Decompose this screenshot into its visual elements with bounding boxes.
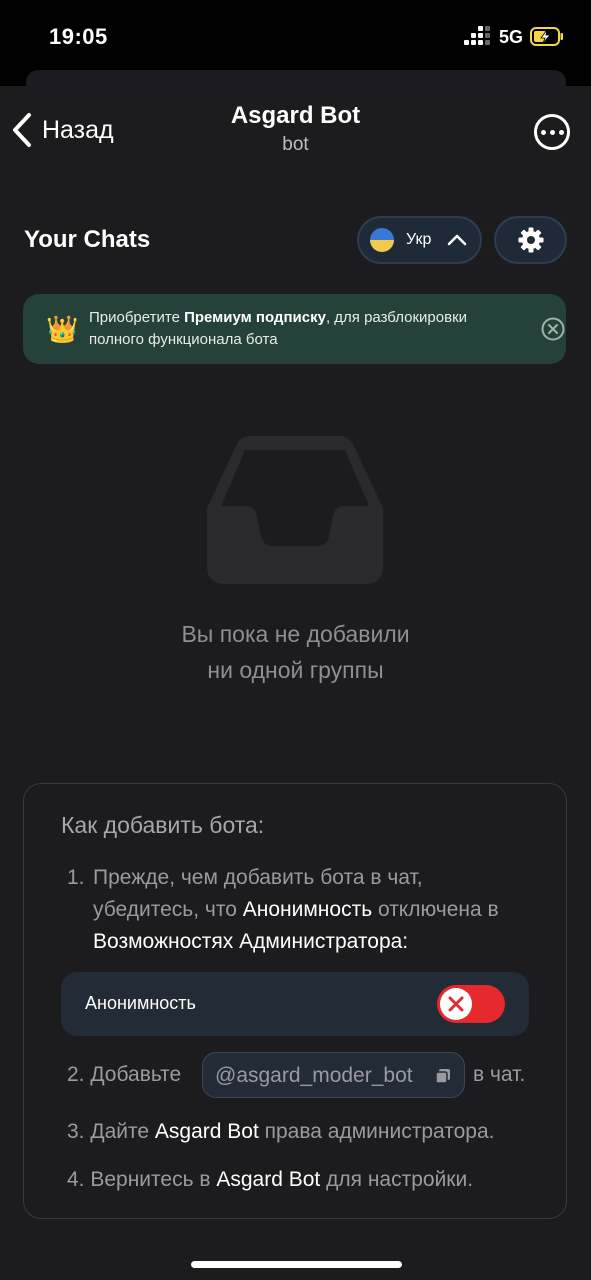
empty-state-text: Вы пока не добавили ни одной группы: [0, 616, 591, 688]
x-icon: [448, 996, 464, 1012]
step-4: 4. Вернитесь в Asgard Bot для настройки.: [67, 1168, 474, 1191]
home-indicator[interactable]: [191, 1261, 402, 1268]
page-title: Asgard Bot: [230, 102, 361, 129]
page-subtitle: bot: [282, 134, 309, 155]
anonymity-toggle[interactable]: [437, 985, 505, 1023]
battery-icon: [530, 27, 563, 46]
empty-line-1: Вы пока не добавили: [181, 621, 410, 647]
anonymity-label: Анонимность: [85, 993, 196, 1013]
crown-icon: 👑: [46, 314, 79, 344]
network-type: 5G: [499, 27, 524, 47]
app-sheet: Назад Asgard Bot bot Your Chats Укр 👑 Пр…: [0, 86, 591, 1280]
gear-icon: [518, 227, 543, 253]
language-code: Укр: [406, 231, 432, 248]
nav-title-block: Asgard Bot bot: [0, 102, 591, 156]
chevron-up-icon: [448, 234, 467, 246]
more-icon-dot: [549, 129, 555, 135]
step-number: 1.: [67, 866, 85, 889]
premium-text: Приобретите Премиум подписку, для разбло…: [89, 309, 468, 348]
close-icon[interactable]: [541, 317, 565, 341]
empty-line-2: ни одной группы: [207, 657, 384, 683]
premium-highlight: Премиум подписку: [184, 309, 326, 326]
toggle-knob: [440, 988, 472, 1020]
ukraine-flag-icon: [370, 228, 394, 252]
step-2: 2. Добавьте @asgard_moder_bot в чат.: [67, 1052, 547, 1098]
signal-icon: [464, 26, 490, 46]
inbox-icon: [207, 436, 383, 584]
copy-icon: [435, 1069, 450, 1084]
premium-banner[interactable]: 👑 Приобретите Премиум подписку, для разб…: [23, 294, 566, 364]
chats-title: Your Chats: [24, 226, 151, 253]
status-time: 19:05: [49, 24, 108, 49]
more-options-button[interactable]: [534, 114, 570, 150]
language-selector[interactable]: Укр: [357, 216, 482, 264]
how-to-heading: Как добавить бота:: [61, 812, 265, 838]
settings-button[interactable]: [494, 216, 567, 264]
step-2-text-b: в чат.: [473, 1063, 526, 1086]
more-icon-dot: [558, 129, 564, 135]
status-bar: 19:05 5G: [0, 0, 591, 70]
step-2-text-a: 2. Добавьте: [67, 1063, 182, 1086]
bot-username: @asgard_moder_bot: [215, 1064, 413, 1087]
anonymity-row: Анонимность: [61, 972, 529, 1036]
step-3: 3. Дайте Asgard Bot права администратора…: [67, 1120, 495, 1143]
more-icon: [540, 129, 546, 135]
bot-username-chip[interactable]: @asgard_moder_bot: [202, 1052, 465, 1098]
how-to-card: Как добавить бота: 1. Прежде, чем добави…: [23, 783, 567, 1219]
